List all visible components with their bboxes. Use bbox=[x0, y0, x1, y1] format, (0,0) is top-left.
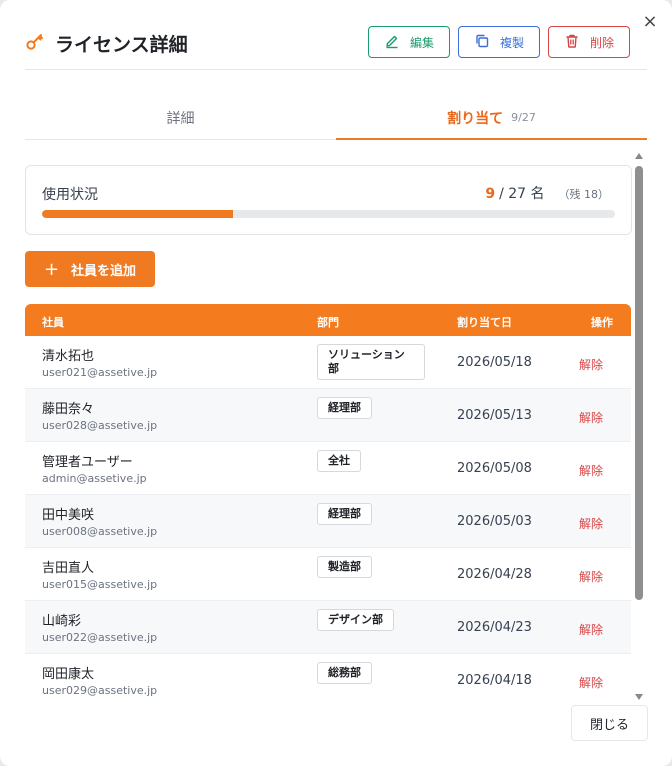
scrollbar[interactable] bbox=[634, 150, 644, 702]
license-detail-modal: × ライセンス詳細 編集 複製 削除 詳細 割り当て 9/27 使用状況 9 /… bbox=[0, 0, 672, 766]
department-badge: 総務部 bbox=[317, 662, 372, 684]
employee-name: 吉田直人 bbox=[42, 561, 95, 576]
table-row: 藤田奈々 user028@assetive.jp 経理部 2026/05/13 解除 bbox=[25, 389, 631, 442]
usage-progress-fill bbox=[42, 210, 233, 218]
department-badge: 全社 bbox=[317, 450, 361, 472]
delete-button-label: 削除 bbox=[589, 35, 614, 50]
tab-assignments-label: 割り当て bbox=[447, 110, 504, 127]
col-header-assigned-date: 割り当て日 bbox=[457, 316, 512, 329]
employee-name: 田中美咲 bbox=[42, 508, 95, 523]
scroll-up-arrow-icon[interactable] bbox=[635, 153, 643, 159]
assignment-table: 社員 部門 割り当て日 操作 清水拓也 user021@assetive.jp ソリ… bbox=[25, 304, 631, 702]
tab-details[interactable]: 詳細 bbox=[25, 96, 336, 139]
unassign-button[interactable]: 解除 bbox=[579, 409, 603, 426]
employee-name: 清水拓也 bbox=[42, 349, 95, 364]
table-body: 清水拓也 user021@assetive.jp ソリューション部 2026/05/1… bbox=[25, 336, 631, 702]
tab-assignments[interactable]: 割り当て 9/27 bbox=[336, 96, 647, 140]
unassign-button[interactable]: 解除 bbox=[579, 356, 603, 373]
employee-name: 管理者ユーザー bbox=[42, 455, 133, 470]
scrollbar-thumb[interactable] bbox=[635, 166, 643, 600]
key-icon bbox=[25, 32, 45, 56]
tab-assignments-count: 9/27 bbox=[511, 111, 536, 124]
assignment-panel: 使用状況 9 / 27 名 （残 18） + 社員を追加 社員 部門 割り当て日… bbox=[25, 150, 632, 702]
unassign-button[interactable]: 解除 bbox=[579, 515, 603, 532]
table-row: 山崎彩 user022@assetive.jp デザイン部 2026/04/23 解除 bbox=[25, 601, 631, 654]
unassign-button[interactable]: 解除 bbox=[579, 462, 603, 479]
close-button[interactable]: 閉じる bbox=[571, 705, 648, 741]
unassign-button[interactable]: 解除 bbox=[579, 674, 603, 691]
col-header-actions: 操作 bbox=[591, 316, 613, 329]
employee-email: admin@assetive.jp bbox=[42, 472, 147, 485]
add-employee-button[interactable]: + 社員を追加 bbox=[25, 251, 155, 287]
assigned-date: 2026/04/28 bbox=[457, 567, 532, 582]
table-row: 管理者ユーザー admin@assetive.jp 全社 2026/05/08 解除 bbox=[25, 442, 631, 495]
col-header-department: 部門 bbox=[317, 316, 339, 329]
employee-email: user008@assetive.jp bbox=[42, 525, 158, 538]
copy-icon bbox=[474, 33, 490, 52]
copy-button-label: 複製 bbox=[499, 35, 524, 50]
tab-bar: 詳細 割り当て 9/27 bbox=[25, 96, 647, 140]
assigned-date: 2026/04/18 bbox=[457, 673, 532, 688]
table-row: 清水拓也 user021@assetive.jp ソリューション部 2026/05/1… bbox=[25, 336, 631, 389]
assigned-date: 2026/05/13 bbox=[457, 408, 532, 423]
unassign-button[interactable]: 解除 bbox=[579, 568, 603, 585]
copy-button[interactable]: 複製 bbox=[458, 26, 540, 58]
usage-card: 使用状況 9 / 27 名 （残 18） bbox=[25, 165, 632, 235]
table-header: 社員 部門 割り当て日 操作 bbox=[25, 304, 631, 336]
department-badge: ソリューション部 bbox=[317, 344, 425, 380]
usage-count: 9 / 27 名 （残 18） bbox=[485, 183, 609, 203]
modal-header: ライセンス詳細 編集 複製 削除 bbox=[25, 22, 647, 70]
assigned-date: 2026/04/23 bbox=[457, 620, 532, 635]
employee-name: 藤田奈々 bbox=[42, 402, 95, 417]
scroll-down-arrow-icon[interactable] bbox=[635, 694, 643, 700]
employee-email: user029@assetive.jp bbox=[42, 684, 158, 697]
col-header-employee: 社員 bbox=[42, 316, 64, 329]
tab-details-label: 詳細 bbox=[166, 110, 195, 127]
employee-email: user028@assetive.jp bbox=[42, 419, 158, 432]
assigned-date: 2026/05/18 bbox=[457, 355, 532, 370]
employee-email: user015@assetive.jp bbox=[42, 578, 158, 591]
plus-icon: + bbox=[43, 258, 60, 280]
table-row: 岡田康太 user029@assetive.jp 総務部 2026/04/18 解除 bbox=[25, 654, 631, 702]
assigned-date: 2026/05/08 bbox=[457, 461, 532, 476]
department-badge: 経理部 bbox=[317, 397, 372, 419]
usage-label: 使用状況 bbox=[42, 187, 98, 203]
department-badge: デザイン部 bbox=[317, 609, 394, 631]
trash-icon bbox=[564, 33, 580, 52]
unassign-button[interactable]: 解除 bbox=[579, 621, 603, 638]
employee-email: user021@assetive.jp bbox=[42, 366, 158, 379]
add-employee-label: 社員を追加 bbox=[71, 263, 137, 279]
page-title: ライセンス詳細 bbox=[55, 34, 188, 56]
department-badge: 経理部 bbox=[317, 503, 372, 525]
table-row: 吉田直人 user015@assetive.jp 製造部 2026/04/28 解除 bbox=[25, 548, 631, 601]
edit-button-label: 編集 bbox=[409, 35, 434, 50]
delete-button[interactable]: 削除 bbox=[548, 26, 630, 58]
employee-email: user022@assetive.jp bbox=[42, 631, 158, 644]
usage-used: 9 bbox=[485, 186, 496, 202]
pencil-icon bbox=[384, 33, 400, 52]
employee-name: 岡田康太 bbox=[42, 667, 95, 682]
employee-name: 山崎彩 bbox=[42, 614, 82, 629]
title-wrap: ライセンス詳細 bbox=[25, 30, 188, 57]
usage-remaining: （残 18） bbox=[558, 188, 610, 201]
assigned-date: 2026/05/03 bbox=[457, 514, 532, 529]
department-badge: 製造部 bbox=[317, 556, 372, 578]
usage-total: / 27 名 bbox=[499, 186, 545, 202]
table-row: 田中美咲 user008@assetive.jp 経理部 2026/05/03 解除 bbox=[25, 495, 631, 548]
usage-progress-bar bbox=[42, 210, 615, 218]
edit-button[interactable]: 編集 bbox=[368, 26, 450, 58]
